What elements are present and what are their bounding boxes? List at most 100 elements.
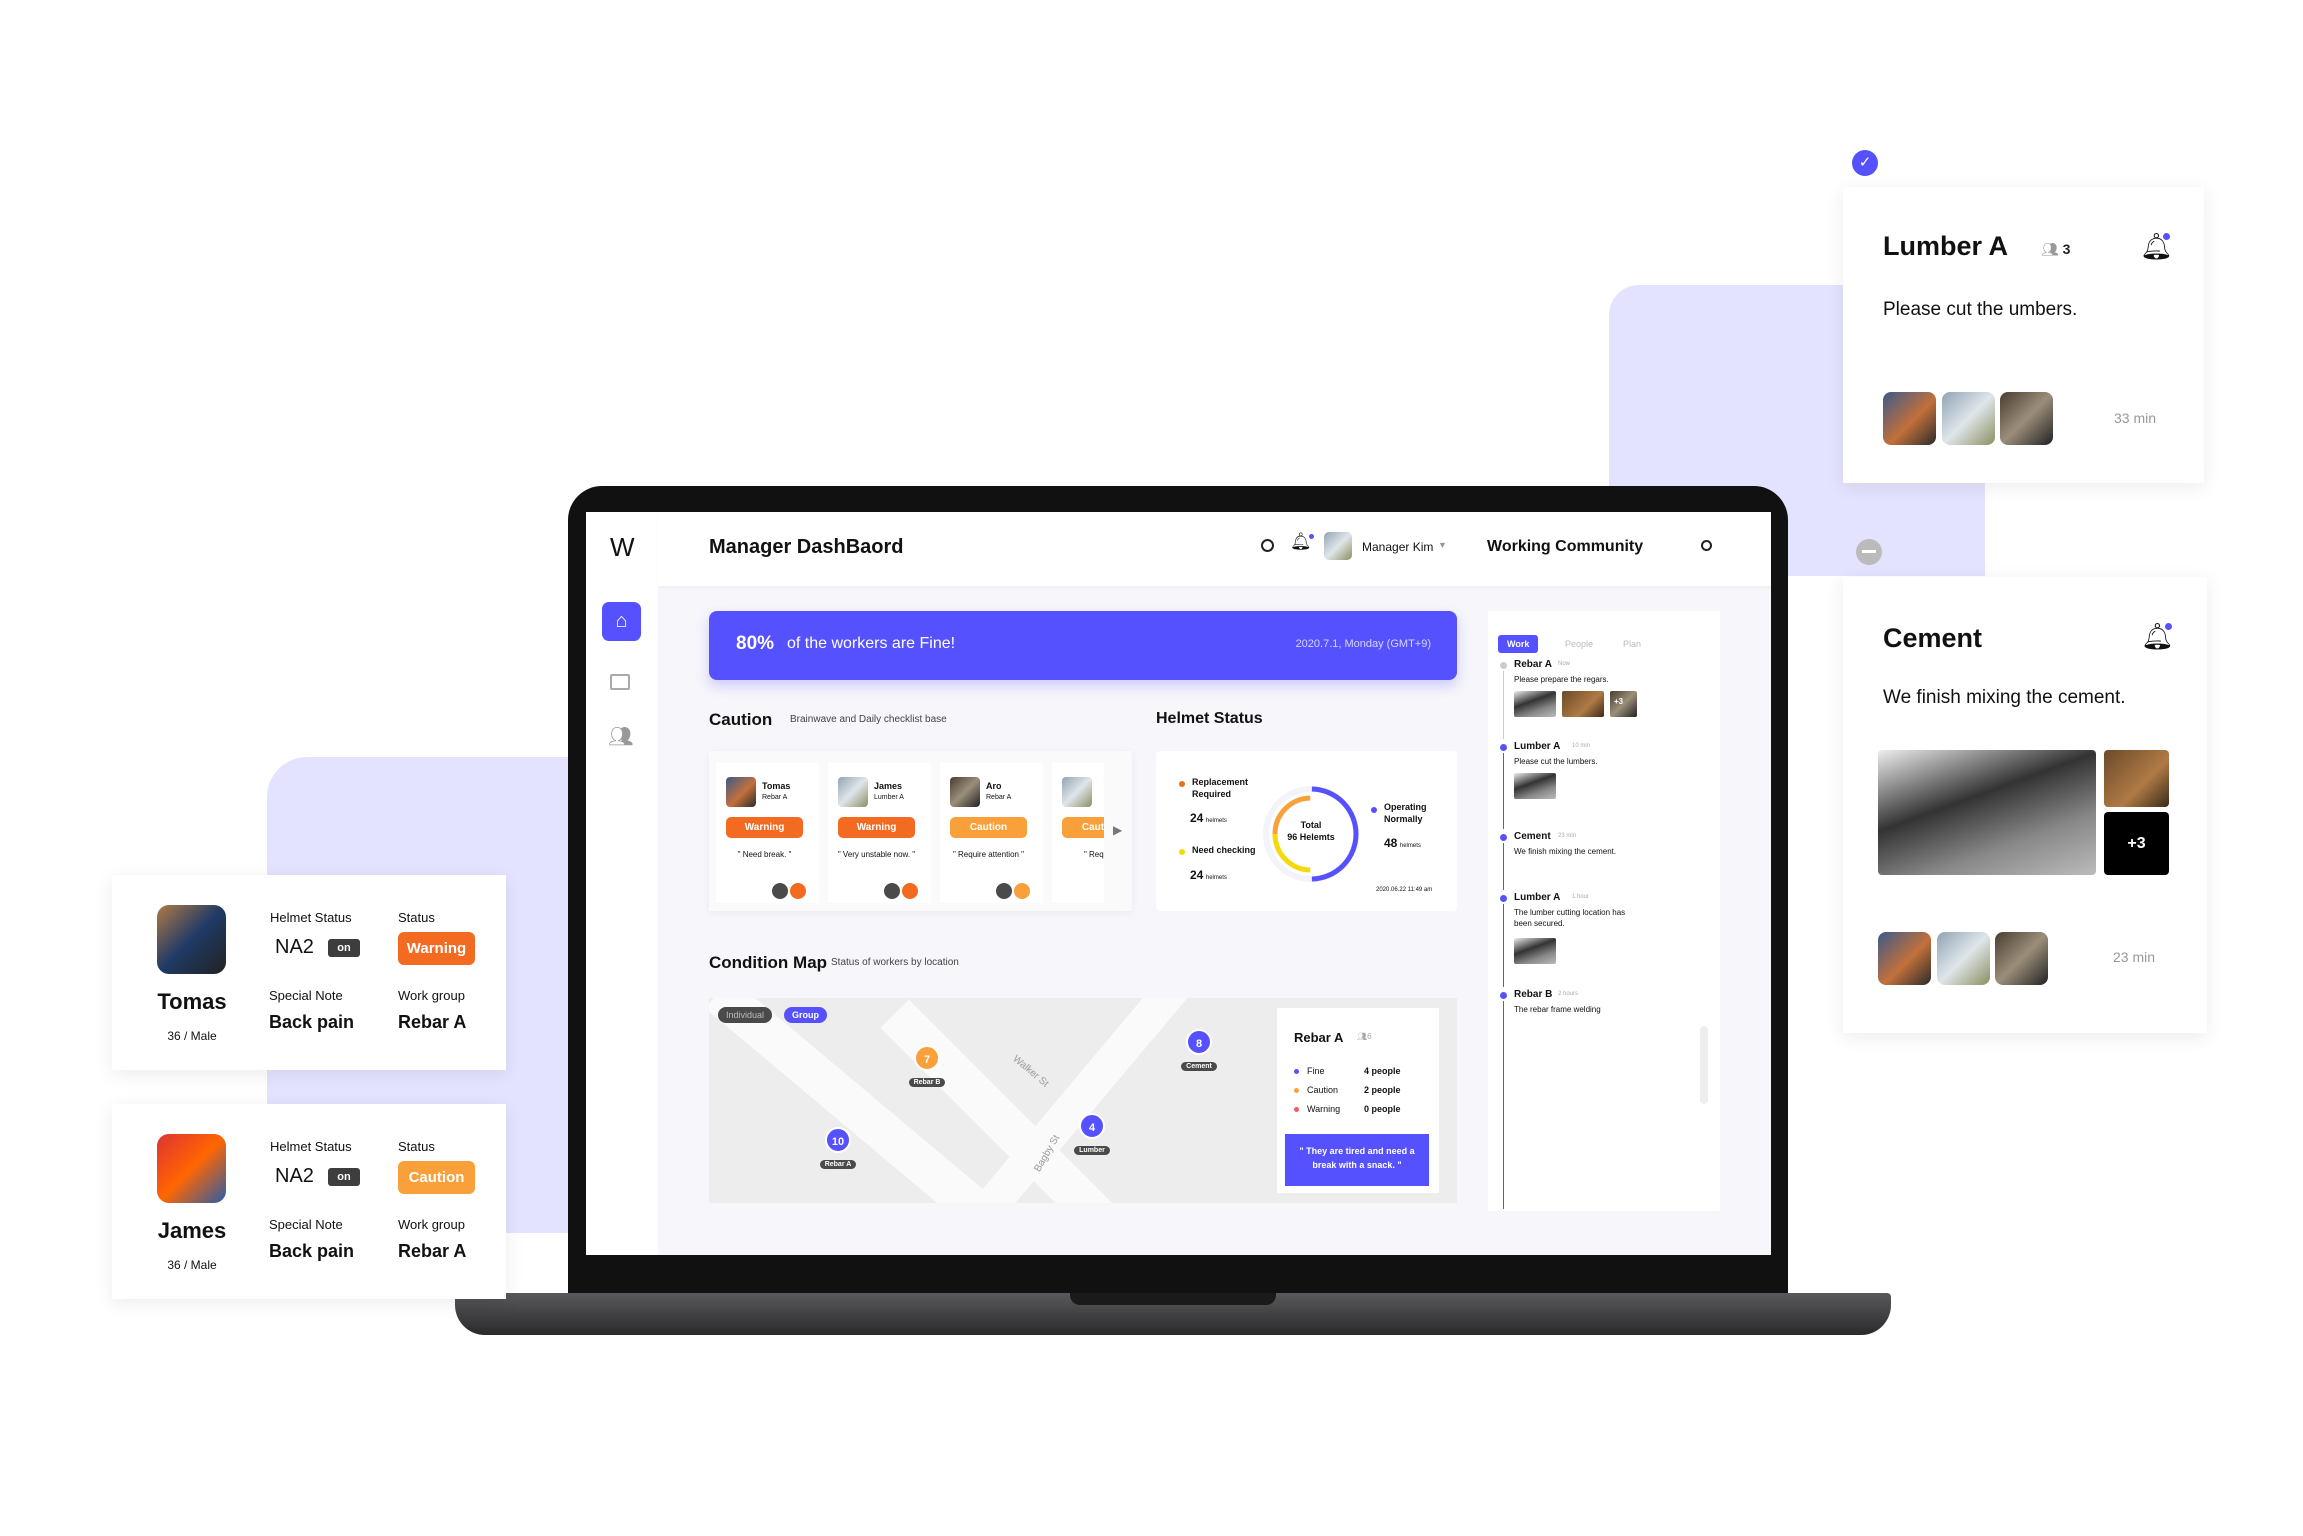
notification-card[interactable]: Cement 🔔︎ We finish mixing the cement. +… (1843, 577, 2207, 1033)
worker-name: Aro (986, 781, 1002, 791)
notification-card[interactable]: Lumber A 👥︎ 3 🔔︎ Please cut the umbers. … (1843, 187, 2204, 483)
map-pin[interactable]: 7 Rebar B (907, 1045, 947, 1089)
note-label: Special Note (269, 1217, 343, 1232)
legend-dot-replacement (1179, 781, 1185, 787)
photo[interactable] (1562, 691, 1604, 717)
replacement-count: 24 helmets (1190, 811, 1227, 825)
community-search-icon[interactable] (1701, 540, 1712, 551)
helmet-title: Helmet Status (1156, 710, 1263, 727)
page-title: Manager DashBaord (709, 536, 904, 558)
call-button[interactable] (902, 883, 918, 899)
caution-card[interactable]: Tomas Rebar A Warning " Need break. " (716, 763, 819, 903)
worker-card[interactable]: Tomas 36 / Male Helmet Status NA2 on Sta… (112, 875, 506, 1070)
photo[interactable] (1514, 691, 1556, 717)
notification-text: We finish mixing the cement. (1883, 687, 2126, 708)
pin-count: 7 (914, 1045, 940, 1071)
caution-title: Caution (709, 710, 773, 729)
check-icon (1500, 744, 1507, 751)
status-badge: Caution (950, 817, 1027, 838)
special-note: Back pain (269, 1012, 355, 1032)
caution-card[interactable]: Aro Rebar A Caution " Require attention … (940, 763, 1043, 903)
timeline-time: 23 min (1558, 833, 1577, 839)
work-group: Rebar A (398, 1241, 467, 1261)
timeline-title: Rebar B (1514, 989, 1553, 1000)
pin-count: 8 (1186, 1029, 1212, 1055)
worker-note: " Require (1083, 850, 1104, 859)
caution-card[interactable]: Caution " Require (1052, 763, 1104, 903)
timeline-time: 1 hour (1572, 894, 1590, 900)
notification-time: 23 min (2113, 949, 2156, 965)
search-icon[interactable] (1261, 539, 1274, 552)
photo[interactable] (2104, 750, 2169, 807)
street-label: Walker St (1010, 1053, 1051, 1090)
legend-normal: Operating Normally (1384, 802, 1427, 824)
timeline-title: Cement (1514, 831, 1551, 842)
worker-avatar (157, 905, 226, 974)
group-label: Work group (398, 1217, 465, 1232)
photo[interactable] (1878, 932, 1931, 985)
toggle-individual[interactable]: Individual (718, 1007, 773, 1023)
map-pin[interactable]: 10 Rebar A (818, 1127, 858, 1171)
photo[interactable] (1995, 932, 2048, 985)
call-button[interactable] (1014, 883, 1030, 899)
photo[interactable] (1514, 938, 1556, 964)
photo[interactable] (1514, 773, 1556, 799)
more-photos[interactable]: +3 (1614, 697, 1623, 706)
check-icon (1500, 992, 1507, 999)
timeline-text: Please prepare the regars. (1514, 675, 1609, 684)
special-note: Back pain (269, 1241, 355, 1261)
avatar[interactable] (1324, 532, 1352, 560)
photo[interactable] (1883, 392, 1936, 445)
check-icon (1500, 895, 1507, 902)
scrollbar[interactable] (1700, 1026, 1708, 1104)
status-badge: Caution (1062, 817, 1104, 838)
chat-button[interactable] (772, 883, 788, 899)
tab-work[interactable]: Work (1498, 635, 1539, 653)
photo[interactable] (1937, 932, 1990, 985)
map-pin[interactable]: 4 Lumber (1072, 1113, 1112, 1157)
next-arrow-icon[interactable]: ▶ (1113, 823, 1122, 837)
status-badge: Caution (398, 1161, 475, 1194)
caution-card[interactable]: James Lumber A Warning " Very unstable n… (828, 763, 931, 903)
user-name[interactable]: Manager Kim (1362, 540, 1433, 554)
photo[interactable] (1942, 392, 1995, 445)
map-pin[interactable]: 8 Cement (1179, 1029, 1219, 1073)
condition-map[interactable]: Walker St Bagby St Individual Group 7 Re… (709, 998, 1457, 1203)
legend-replacement: Replacement Required (1192, 777, 1249, 799)
status-badge: Warning (726, 817, 803, 838)
map-info-card: Rebar A 👥︎6 Fine 4 people Caution 2 peop… (1277, 1008, 1439, 1193)
pin-count: 4 (1079, 1113, 1105, 1139)
notification-dot (2163, 233, 2170, 240)
timeline-time: 2 hours (1558, 991, 1579, 997)
photo[interactable] (2000, 392, 2053, 445)
photo-large[interactable] (1878, 750, 2096, 875)
logo: W (610, 532, 635, 562)
pin-label: Rebar B (908, 1078, 946, 1087)
chat-button[interactable] (996, 883, 1012, 899)
tab-people[interactable]: People (1565, 639, 1593, 649)
tab-plan[interactable]: Plan (1623, 639, 1641, 649)
info-members: 👥︎6 (1357, 1032, 1372, 1041)
worker-name: Tomas (157, 989, 227, 1014)
timeline-title: Lumber A (1514, 892, 1561, 903)
notification-title: Cement (1883, 623, 1983, 653)
legend-need-checking: Need checking (1192, 845, 1256, 855)
timeline-line (1503, 753, 1504, 829)
timeline-line (1503, 904, 1504, 987)
bell-icon[interactable]: 🔔︎ (1290, 532, 1314, 552)
sidebar-item-home[interactable]: ⌂ (602, 602, 641, 641)
toggle-group[interactable]: Group (784, 1007, 827, 1023)
sidebar-item-chat[interactable] (610, 674, 630, 690)
notification-title: Lumber A (1883, 231, 2009, 261)
banner-text: of the workers are Fine! (787, 635, 956, 652)
chat-button[interactable] (884, 883, 900, 899)
sidebar-item-people[interactable]: 👥︎ (608, 724, 633, 749)
worker-card[interactable]: James 36 / Male Helmet Status NA2 on Sta… (112, 1104, 506, 1299)
helmet-label: Helmet Status (270, 910, 352, 925)
worker-name: James (157, 1218, 227, 1243)
pin-count: 10 (825, 1127, 851, 1153)
more-photos[interactable]: +3 (2104, 812, 2169, 875)
chevron-down-icon[interactable]: ▼ (1438, 540, 1447, 550)
call-button[interactable] (790, 883, 806, 899)
worker-info: 36 / Male (167, 1258, 217, 1272)
